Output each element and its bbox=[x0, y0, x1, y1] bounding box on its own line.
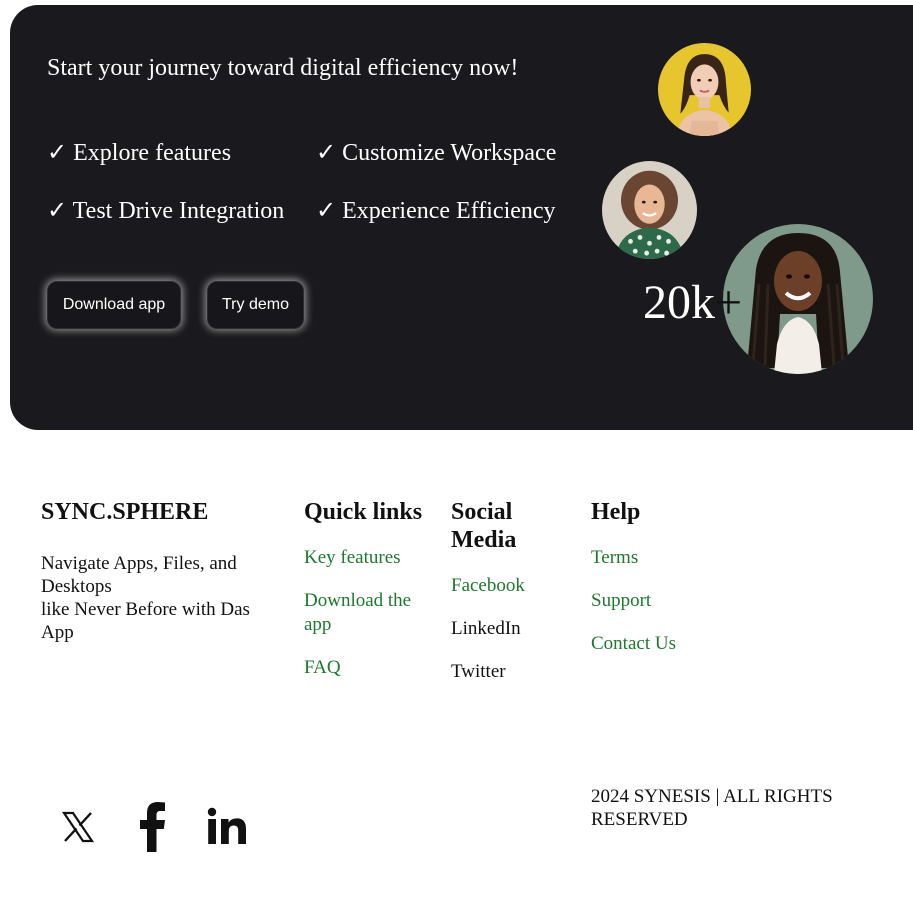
brand-name: SYNC.SPHERE bbox=[41, 499, 209, 525]
link-download-app[interactable]: Download the app bbox=[304, 589, 434, 637]
user-count: 20k+ bbox=[643, 279, 742, 327]
hero-headline: Start your journey toward digital effici… bbox=[47, 55, 519, 81]
user-count-number: 20k bbox=[643, 276, 715, 329]
footer-social-media-column: Social Media Facebook LinkedIn Twitter bbox=[451, 498, 571, 703]
user-avatar-3 bbox=[723, 224, 873, 374]
quick-links-title: Quick links bbox=[304, 499, 423, 525]
feature-test-drive: ✓ Test Drive Integration bbox=[47, 198, 285, 224]
download-app-button[interactable]: Download app bbox=[47, 281, 181, 329]
help-title: Help bbox=[591, 499, 641, 525]
link-linkedin[interactable]: LinkedIn bbox=[451, 617, 571, 641]
link-key-features[interactable]: Key features bbox=[304, 546, 434, 570]
user-avatar-2 bbox=[602, 161, 697, 259]
footer-help-column: Help Terms Support Contact Us bbox=[591, 498, 741, 675]
brand-description-line2: like Never Before with Das App bbox=[41, 599, 250, 643]
link-faq[interactable]: FAQ bbox=[304, 656, 434, 680]
user-avatar-1 bbox=[658, 43, 751, 136]
x-icon[interactable] bbox=[60, 800, 96, 854]
link-support[interactable]: Support bbox=[591, 589, 741, 613]
brand-description-line1: Navigate Apps, Files, and Desktops bbox=[41, 553, 237, 597]
footer-quick-links-column: Quick links Key features Download the ap… bbox=[304, 498, 434, 699]
link-twitter[interactable]: Twitter bbox=[451, 660, 571, 684]
link-terms[interactable]: Terms bbox=[591, 546, 741, 570]
footer-brand-column: SYNC.SPHERE Navigate Apps, Files, and De… bbox=[41, 498, 281, 644]
feature-explore: ✓ Explore features bbox=[47, 140, 232, 166]
facebook-icon[interactable] bbox=[138, 800, 168, 854]
user-count-plus: + bbox=[715, 276, 743, 329]
brand-description: Navigate Apps, Files, and Desktops like … bbox=[41, 552, 281, 644]
try-demo-button[interactable]: Try demo bbox=[207, 281, 304, 329]
feature-efficiency: ✓ Experience Efficiency bbox=[316, 198, 556, 224]
link-contact-us[interactable]: Contact Us bbox=[591, 632, 741, 656]
copyright-text: 2024 SYNESIS | ALL RIGHTS RESERVED bbox=[591, 786, 833, 830]
link-facebook[interactable]: Facebook bbox=[451, 574, 571, 598]
social-media-title: Social Media bbox=[451, 499, 517, 553]
cta-hero-card: Start your journey toward digital effici… bbox=[10, 5, 913, 430]
linkedin-icon[interactable] bbox=[206, 800, 248, 854]
feature-customize: ✓ Customize Workspace bbox=[316, 140, 557, 166]
